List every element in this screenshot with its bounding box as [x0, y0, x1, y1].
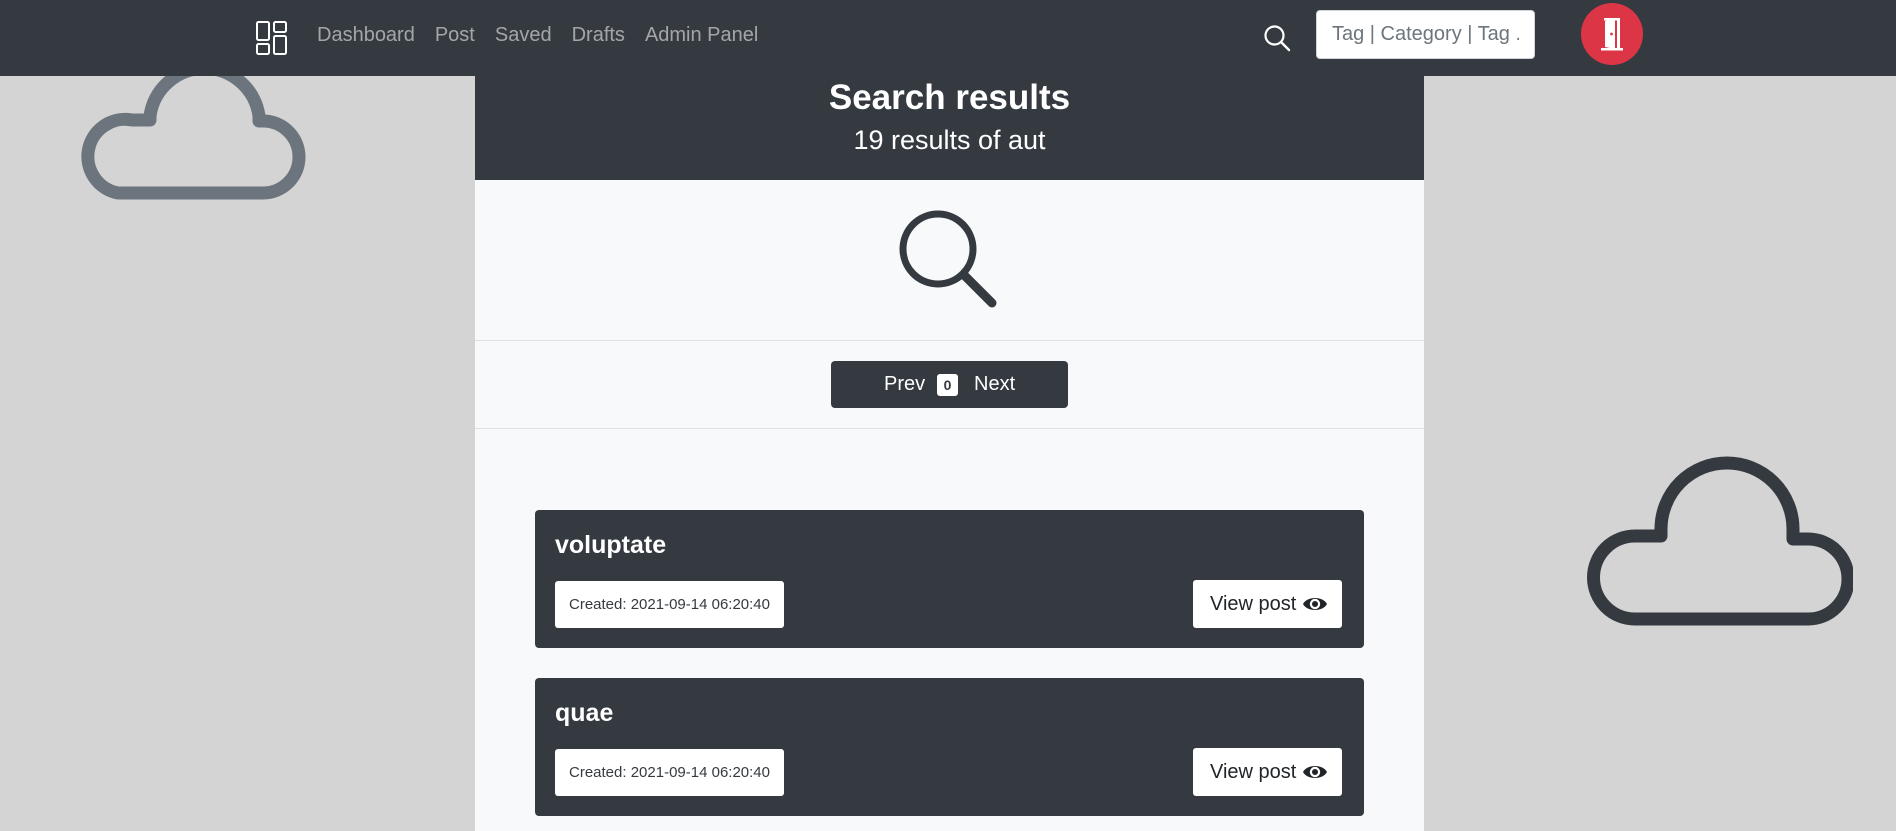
- divider: [475, 428, 1424, 429]
- next-button[interactable]: Next: [974, 361, 1015, 408]
- results-header: Search results 19 results of aut: [475, 76, 1424, 180]
- navbar: Dashboard Post Saved Drafts Admin Panel: [0, 0, 1896, 76]
- eye-icon: [1303, 766, 1327, 778]
- created-date-badge: Created: 2021-09-14 06:20:40: [555, 749, 784, 796]
- door-exit-icon: [1601, 18, 1623, 51]
- created-date-badge: Created: 2021-09-14 06:20:40: [555, 581, 784, 628]
- nav-link-post[interactable]: Post: [435, 24, 475, 47]
- post-card: voluptate Created: 2021-09-14 06:20:40 V…: [535, 510, 1364, 648]
- nav-link-admin-panel[interactable]: Admin Panel: [645, 24, 758, 47]
- nav-link-saved[interactable]: Saved: [495, 24, 552, 47]
- nav-link-dashboard[interactable]: Dashboard: [317, 24, 415, 47]
- search-input[interactable]: [1316, 10, 1535, 59]
- prev-button[interactable]: Prev: [884, 361, 925, 408]
- view-post-button[interactable]: View post: [1193, 748, 1342, 796]
- view-post-label: View post: [1210, 593, 1297, 615]
- post-title: voluptate: [555, 531, 667, 559]
- cloud-icon: [1587, 456, 1853, 626]
- view-post-label: View post: [1210, 761, 1297, 783]
- eye-icon: [1303, 598, 1327, 610]
- post-card: quae Created: 2021-09-14 06:20:40 View p…: [535, 678, 1364, 816]
- post-title: quae: [555, 699, 614, 727]
- grid-layout-icon[interactable]: [256, 21, 287, 55]
- divider: [475, 340, 1424, 341]
- search-icon[interactable]: [1263, 24, 1291, 52]
- page-title: Search results: [828, 78, 1071, 117]
- results-count: 19 results of aut: [853, 125, 1046, 155]
- nav-link-drafts[interactable]: Drafts: [572, 24, 625, 47]
- search-results-panel: Search results 19 results of aut Prev 0 …: [475, 76, 1424, 831]
- page-number-badge: 0: [937, 374, 958, 396]
- search-icon: [899, 210, 997, 308]
- nav-links: Dashboard Post Saved Drafts Admin Panel: [317, 0, 778, 70]
- logout-button[interactable]: [1581, 3, 1643, 65]
- view-post-button[interactable]: View post: [1193, 580, 1342, 628]
- pagination: Prev 0 Next: [831, 361, 1068, 408]
